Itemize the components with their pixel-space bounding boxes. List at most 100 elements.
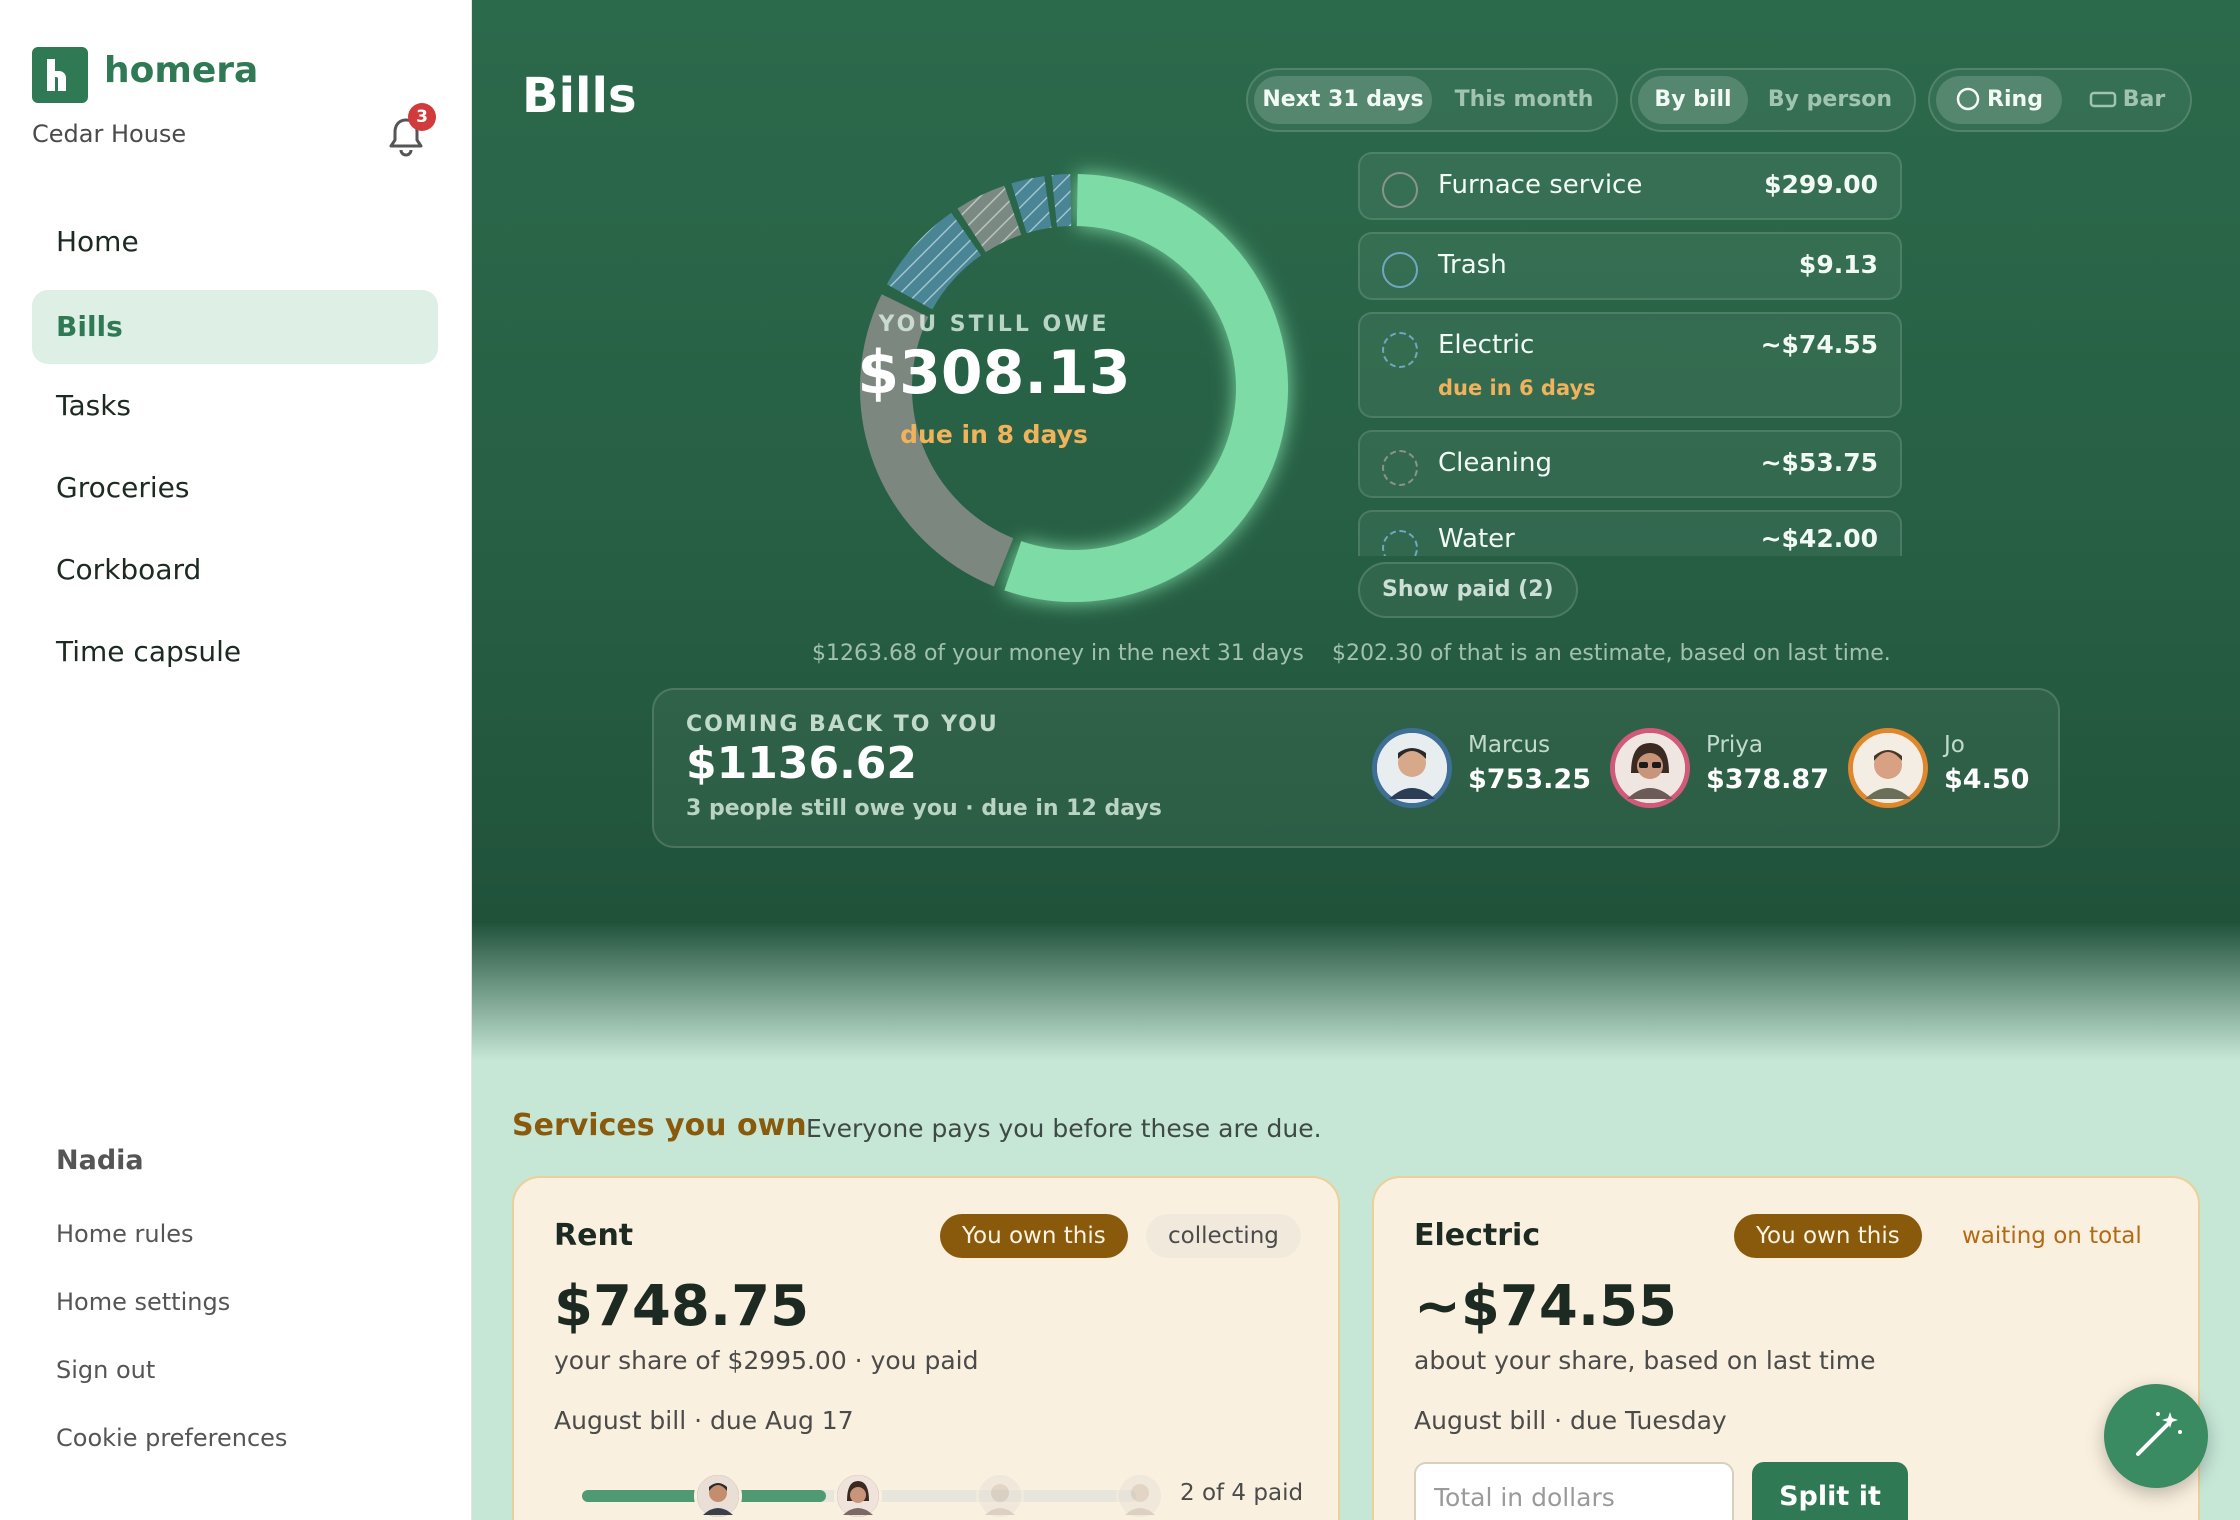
person-jo[interactable]: Jo $4.50 bbox=[1848, 728, 2048, 808]
card-due-text: August bill · due Aug 17 bbox=[554, 1406, 854, 1435]
cookie-preferences-link[interactable]: Cookie preferences bbox=[56, 1424, 287, 1452]
group-by-bill[interactable]: By bill bbox=[1638, 76, 1748, 124]
home-name: Cedar House bbox=[32, 120, 187, 148]
you-own-this-badge: You own this bbox=[940, 1214, 1128, 1258]
ring-segment-estimate bbox=[957, 185, 1022, 253]
view-ring[interactable]: Ring bbox=[1936, 76, 2062, 124]
view-bar-label: Bar bbox=[2122, 87, 2166, 112]
sidebar-item-bills[interactable]: Bills bbox=[32, 290, 438, 364]
sidebar-item-time-capsule[interactable]: Time capsule bbox=[32, 615, 438, 689]
checkbox-icon[interactable] bbox=[1382, 530, 1418, 556]
service-card-rent[interactable]: Rent You own this collecting $748.75 you… bbox=[512, 1176, 1340, 1520]
status-badge: waiting on total bbox=[1962, 1223, 2142, 1249]
services-subtitle: Everyone pays you before these are due. bbox=[806, 1114, 1322, 1143]
view-toggle: Ring Bar bbox=[1928, 68, 2192, 132]
checkbox-icon[interactable] bbox=[1382, 450, 1418, 486]
view-bar[interactable]: Bar bbox=[2068, 76, 2186, 124]
coming-back-amount: $1136.62 bbox=[686, 738, 918, 789]
bill-amount: ~$42.00 bbox=[1760, 524, 1878, 553]
bill-name: Trash bbox=[1438, 250, 1507, 280]
bill-amount: ~$74.55 bbox=[1760, 330, 1878, 359]
card-share-text: your share of $2995.00 · you paid bbox=[554, 1346, 979, 1375]
bar-icon bbox=[2089, 91, 2117, 108]
period-next-31-days[interactable]: Next 31 days bbox=[1254, 76, 1432, 124]
view-ring-label: Ring bbox=[1987, 87, 2043, 112]
bill-due-text: due in 6 days bbox=[1438, 376, 1596, 400]
app-name[interactable]: homera bbox=[104, 50, 258, 91]
card-due-text: August bill · due Tuesday bbox=[1414, 1406, 1727, 1435]
bill-row-cleaning[interactable]: Cleaning ~$53.75 bbox=[1358, 430, 1902, 498]
bill-row-furnace-service[interactable]: Furnace service $299.00 bbox=[1358, 152, 1902, 220]
you-own-this-badge: You own this bbox=[1734, 1214, 1922, 1258]
bill-name: Furnace service bbox=[1438, 170, 1643, 200]
magic-wand-button[interactable] bbox=[2104, 1384, 2208, 1488]
services-title: Services you own bbox=[512, 1108, 807, 1143]
person-name: Marcus bbox=[1468, 732, 1551, 758]
sidebar-item-tasks[interactable]: Tasks bbox=[32, 369, 438, 443]
payer-avatar-pending bbox=[1116, 1472, 1164, 1520]
person-amount: $378.87 bbox=[1706, 764, 1829, 795]
card-share-text: about your share, based on last time bbox=[1414, 1346, 1876, 1375]
status-badge: collecting bbox=[1146, 1214, 1301, 1258]
period-this-month[interactable]: This month bbox=[1438, 76, 1610, 124]
sign-out-link[interactable]: Sign out bbox=[56, 1356, 155, 1384]
period-toggle: Next 31 days This month bbox=[1246, 68, 1618, 132]
avatar bbox=[1848, 728, 1928, 808]
sidebar-item-home[interactable]: Home bbox=[32, 205, 438, 279]
person-priya[interactable]: Priya $378.87 bbox=[1610, 728, 1830, 808]
person-name: Jo bbox=[1944, 732, 1965, 758]
ring-segment-estimate bbox=[886, 212, 982, 311]
ring-segment-estimate bbox=[1051, 174, 1072, 227]
bill-amount: ~$53.75 bbox=[1760, 448, 1878, 477]
card-amount: $748.75 bbox=[554, 1274, 810, 1339]
person-marcus[interactable]: Marcus $753.25 bbox=[1372, 728, 1592, 808]
payer-avatar bbox=[834, 1472, 882, 1520]
bill-name: Cleaning bbox=[1438, 448, 1552, 478]
owe-due-text: due in 8 days bbox=[900, 420, 1088, 449]
card-amount: ~$74.55 bbox=[1414, 1274, 1678, 1339]
magic-wand-icon bbox=[2136, 1412, 2182, 1456]
bill-row-trash[interactable]: Trash $9.13 bbox=[1358, 232, 1902, 300]
checkbox-icon[interactable] bbox=[1382, 332, 1418, 368]
sidebar: homera Cedar House 3 Home Bills Tasks Gr… bbox=[0, 0, 472, 1520]
sidebar-item-corkboard[interactable]: Corkboard bbox=[32, 533, 438, 607]
estimate-note: $202.30 of that is an estimate, based on… bbox=[1332, 641, 1891, 666]
paid-count: 2 of 4 paid bbox=[1180, 1480, 1304, 1506]
money-total-note: $1263.68 of your money in the next 31 da… bbox=[812, 641, 1304, 666]
payer-avatar-pending bbox=[976, 1472, 1024, 1520]
total-dollars-input[interactable] bbox=[1414, 1462, 1734, 1520]
coming-back-subtext: 3 people still owe you · due in 12 days bbox=[686, 796, 1162, 821]
grouping-toggle: By bill By person bbox=[1630, 68, 1916, 132]
bill-row-water[interactable]: Water ~$42.00 bbox=[1358, 510, 1902, 556]
avatar bbox=[1372, 728, 1452, 808]
coming-back-card: COMING BACK TO YOU $1136.62 3 people sti… bbox=[652, 688, 2060, 848]
you-still-owe-label: YOU STILL OWE bbox=[878, 312, 1110, 337]
page-title: Bills bbox=[522, 68, 637, 124]
bill-list: Furnace service $299.00 Trash $9.13 Elec… bbox=[1358, 150, 1904, 556]
homera-logo-icon[interactable] bbox=[32, 47, 88, 103]
split-it-button[interactable]: Split it bbox=[1752, 1462, 1908, 1520]
bill-row-electric[interactable]: Electric ~$74.55 due in 6 days bbox=[1358, 312, 1902, 418]
coming-back-label: COMING BACK TO YOU bbox=[686, 712, 999, 737]
home-settings-link[interactable]: Home settings bbox=[56, 1288, 230, 1316]
card-title: Rent bbox=[554, 1218, 634, 1253]
you-still-owe-amount: $308.13 bbox=[857, 338, 1131, 408]
person-amount: $753.25 bbox=[1468, 764, 1591, 795]
bill-name: Water bbox=[1438, 524, 1515, 554]
avatar bbox=[1610, 728, 1690, 808]
ring-icon bbox=[1956, 87, 1980, 111]
home-rules-link[interactable]: Home rules bbox=[56, 1220, 194, 1248]
checkbox-icon[interactable] bbox=[1382, 252, 1418, 288]
card-title: Electric bbox=[1414, 1218, 1541, 1253]
notification-badge: 3 bbox=[408, 103, 436, 131]
checkbox-icon[interactable] bbox=[1382, 172, 1418, 208]
group-by-person[interactable]: By person bbox=[1752, 76, 1908, 124]
payer-avatar bbox=[694, 1472, 742, 1520]
bill-amount: $9.13 bbox=[1798, 250, 1878, 279]
service-card-electric[interactable]: Electric You own this waiting on total ~… bbox=[1372, 1176, 2200, 1520]
person-name: Priya bbox=[1706, 732, 1764, 758]
person-amount: $4.50 bbox=[1944, 764, 2030, 795]
sidebar-item-groceries[interactable]: Groceries bbox=[32, 451, 438, 525]
ring-segment-estimate bbox=[1011, 176, 1052, 234]
show-paid-button[interactable]: Show paid (2) bbox=[1358, 562, 1578, 618]
